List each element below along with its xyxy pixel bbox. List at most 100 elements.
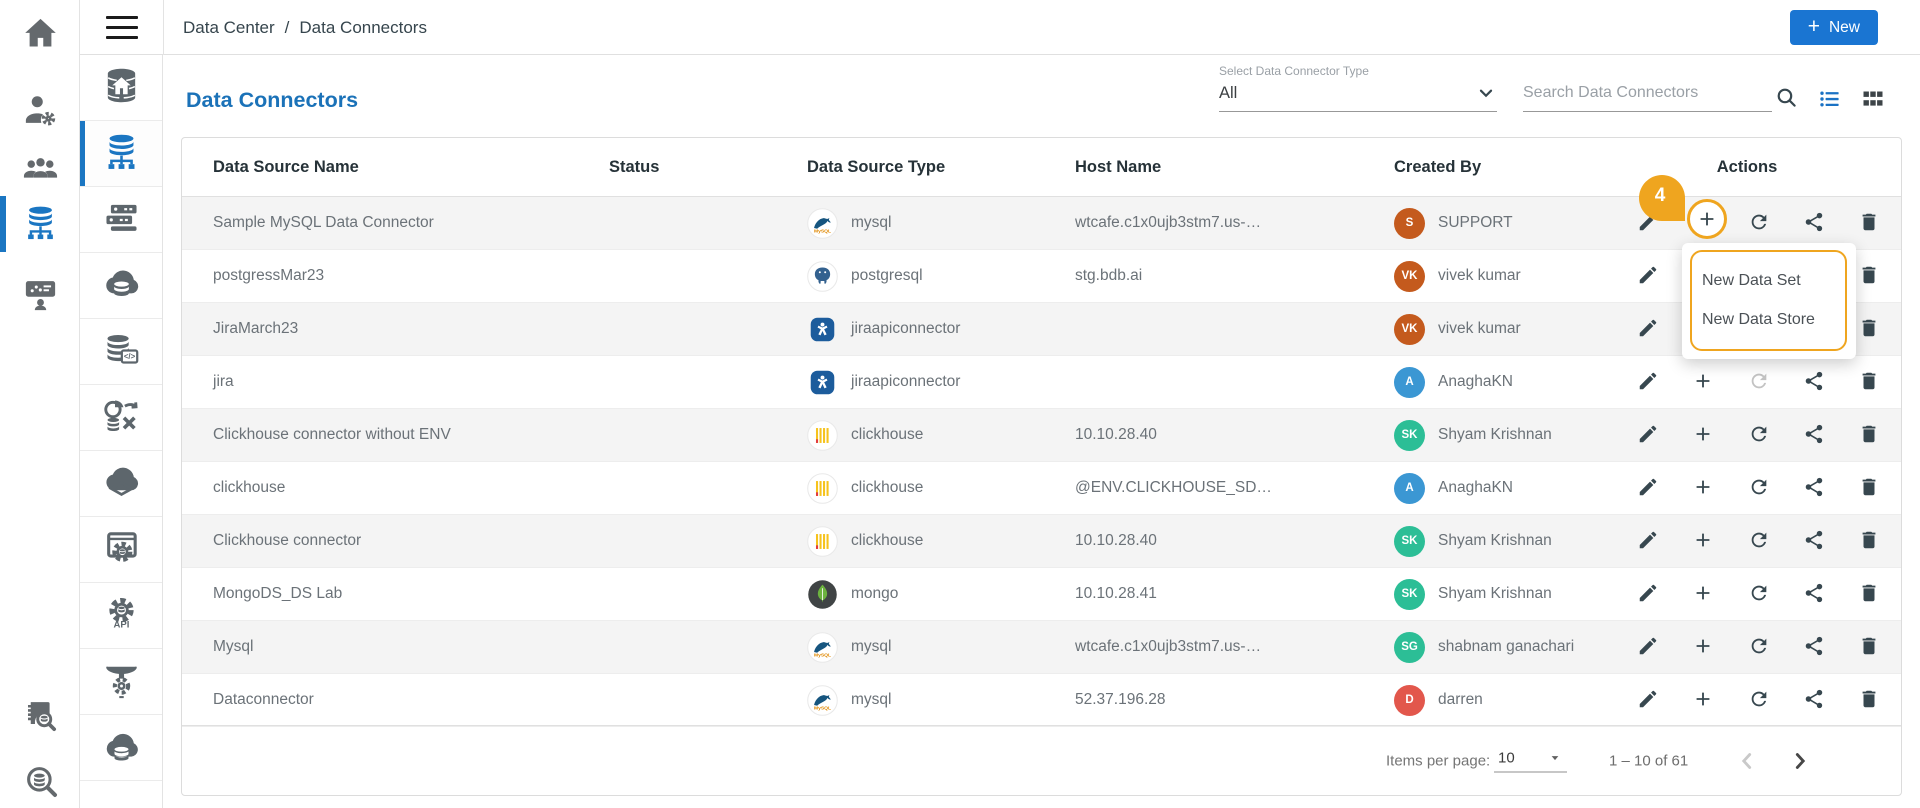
share-button[interactable] [1802,211,1826,235]
mongo-icon [807,579,838,610]
hamburger-menu-icon[interactable] [106,16,138,39]
secondary-sidebar-item-cloud-database-stack-icon[interactable] [80,715,162,781]
edit-button[interactable] [1636,370,1660,394]
secondary-sidebar-item-funnel-gear-icon[interactable] [80,649,162,715]
secondary-sidebar-item-cloud-database-icon[interactable] [80,253,162,319]
delete-button[interactable] [1857,688,1881,712]
breadcrumb-data-connectors[interactable]: Data Connectors [299,18,427,38]
new-button[interactable]: + New [1789,10,1878,45]
delete-button[interactable] [1857,582,1881,606]
primary-sidebar-item-home-icon[interactable] [0,14,80,58]
add-button[interactable] [1691,582,1715,606]
add-button[interactable] [1691,476,1715,500]
connector-type-value: All [1219,83,1238,102]
add-button[interactable] [1691,370,1715,394]
refresh-button[interactable] [1747,476,1771,500]
secondary-sidebar-item-database-home-icon[interactable] [80,55,162,121]
table-row: Dataconnector MySQL mysql 52.37.196.28 Ddarr… [182,674,1901,727]
data-source-name[interactable]: JiraMarch23 [182,320,609,338]
delete-button[interactable] [1857,529,1881,553]
data-source-name[interactable]: Dataconnector [182,691,609,709]
avatar: VK [1394,260,1425,292]
share-button[interactable] [1802,582,1826,606]
share-button[interactable] [1802,423,1826,447]
previous-page-button[interactable] [1730,744,1764,778]
avatar: SK [1394,525,1425,557]
data-source-name[interactable]: Clickhouse connector [182,532,609,550]
delete-button[interactable] [1857,317,1881,341]
secondary-sidebar-item-api-gear-icon[interactable]: API [80,583,162,649]
search-input[interactable] [1523,84,1772,102]
table-row: Clickhouse connector clickhouse 10.10.28.4… [182,515,1901,568]
server-rack-icon [101,197,142,243]
data-source-name[interactable]: Mysql [182,638,609,656]
refresh-button[interactable] [1747,211,1771,235]
connector-type-select[interactable]: Select Data Connector Type All [1219,64,1497,112]
data-source-name[interactable]: Sample MySQL Data Connector [182,214,609,232]
edit-button[interactable] [1636,264,1660,288]
data-source-name[interactable]: Clickhouse connector without ENV [182,426,609,444]
row-actions [1591,370,1903,394]
primary-sidebar-item-dashboard-user-icon[interactable] [0,275,80,319]
secondary-sidebar-item-data-sync-icon[interactable] [80,385,162,451]
share-icon [1803,635,1825,660]
annotated-add-button[interactable] [1687,199,1727,239]
secondary-sidebar-item-server-rack-icon[interactable] [80,187,162,253]
delete-button[interactable] [1857,635,1881,659]
refresh-button[interactable] [1747,370,1771,394]
data-source-name[interactable]: MongoDS_DS Lab [182,585,609,603]
delete-button[interactable] [1857,370,1881,394]
secondary-sidebar-item-database-code-icon[interactable]: </> [80,319,162,385]
refresh-button[interactable] [1747,582,1771,606]
data-source-type: MySQL mysql [807,684,1075,716]
refresh-button[interactable] [1747,529,1771,553]
add-button[interactable] [1691,688,1715,712]
data-source-name[interactable]: clickhouse [182,479,609,497]
primary-sidebar-item-catalog-search-icon[interactable] [0,696,80,740]
primary-sidebar-item-user-settings-icon[interactable] [0,91,80,135]
delete-icon [1858,317,1880,342]
list-view-icon[interactable] [1818,87,1842,111]
row-actions [1591,529,1903,553]
next-page-button[interactable] [1783,744,1817,778]
menu-item-new-data-store[interactable]: New Data Store [1702,311,1845,329]
edit-button[interactable] [1636,476,1660,500]
search-icon[interactable] [1774,85,1799,110]
items-per-page-select[interactable]: 10 [1494,749,1567,772]
share-button[interactable] [1802,529,1826,553]
add-button[interactable] [1691,529,1715,553]
add-button[interactable] [1691,635,1715,659]
host-name: 52.37.196.28 [1075,691,1166,708]
refresh-button[interactable] [1747,635,1771,659]
primary-sidebar-item-database-search-icon[interactable] [0,761,80,805]
edit-button[interactable] [1636,423,1660,447]
column-header-created-by: Created By [1394,157,1482,176]
add-button[interactable] [1691,423,1715,447]
secondary-sidebar-item-gear-database-window-icon[interactable] [80,517,162,583]
refresh-button[interactable] [1747,423,1771,447]
grid-view-icon[interactable] [1861,87,1885,111]
edit-button[interactable] [1636,582,1660,606]
share-button[interactable] [1802,635,1826,659]
delete-button[interactable] [1857,211,1881,235]
menu-item-new-data-set[interactable]: New Data Set [1702,272,1845,290]
delete-button[interactable] [1857,264,1881,288]
secondary-sidebar-item-cloud-layer-icon[interactable] [80,451,162,517]
share-button[interactable] [1802,370,1826,394]
secondary-sidebar-item-database-network-icon[interactable] [80,121,162,187]
edit-button[interactable] [1636,688,1660,712]
refresh-button[interactable] [1747,688,1771,712]
share-button[interactable] [1802,476,1826,500]
edit-button[interactable] [1636,529,1660,553]
delete-button[interactable] [1857,423,1881,447]
edit-button[interactable] [1636,317,1660,341]
data-source-name[interactable]: jira [182,373,609,391]
delete-button[interactable] [1857,476,1881,500]
edit-button[interactable] [1636,635,1660,659]
primary-sidebar-item-user-groups-icon[interactable] [0,149,80,193]
avatar: A [1394,366,1425,398]
breadcrumb-data-center[interactable]: Data Center [183,18,275,38]
share-button[interactable] [1802,688,1826,712]
data-source-name[interactable]: postgressMar23 [182,267,609,285]
primary-sidebar-item-database-network-icon[interactable] [0,203,80,247]
